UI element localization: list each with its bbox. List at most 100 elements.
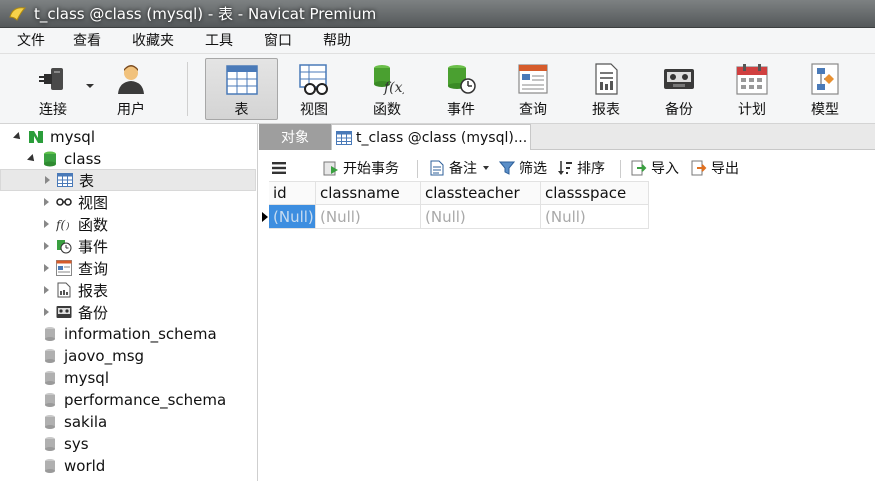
- model-button[interactable]: 模型: [800, 58, 850, 120]
- filter-button[interactable]: 筛选: [499, 154, 547, 182]
- toolbar-separator: [620, 160, 621, 178]
- database-icon-inactive: [42, 414, 58, 430]
- event-button[interactable]: 事件: [436, 58, 486, 120]
- expand-arrow-icon[interactable]: [41, 176, 53, 184]
- tree-database-world[interactable]: world: [0, 455, 256, 477]
- tree-item-queries[interactable]: 查询: [0, 257, 256, 279]
- tree-item-views[interactable]: 视图: [0, 191, 256, 213]
- tree-item-tables[interactable]: 表: [0, 169, 256, 191]
- table-cell-classname[interactable]: (Null): [316, 205, 421, 229]
- table-icon: [57, 172, 73, 188]
- filter-label: 筛选: [519, 161, 547, 177]
- table-toolbar: 开始事务 备注 筛选 排序 导入 导出: [259, 154, 875, 182]
- report-button[interactable]: 报表: [581, 58, 631, 120]
- toolbar-separator: [417, 160, 418, 178]
- tab-objects[interactable]: 对象: [259, 124, 331, 150]
- svg-text:): ): [65, 221, 70, 232]
- user-button[interactable]: 用户: [106, 58, 156, 120]
- export-button[interactable]: 导出: [691, 154, 739, 182]
- title-bar: t_class @class (mysql) - 表 - Navicat Pre…: [0, 0, 875, 28]
- tree-database-sakila[interactable]: sakila: [0, 411, 256, 433]
- tree-item-backups[interactable]: 备份: [0, 301, 256, 323]
- connect-dropdown-arrow[interactable]: [86, 84, 94, 88]
- menu-bar: 文件 查看 收藏夹 工具 窗口 帮助: [0, 28, 875, 54]
- menu-tools[interactable]: 工具: [195, 28, 243, 54]
- view-icon: [296, 61, 332, 97]
- tree-database-jaovo-msg[interactable]: jaovo_msg: [0, 345, 256, 367]
- expand-arrow-icon[interactable]: [40, 242, 52, 250]
- collapse-arrow-icon[interactable]: [12, 132, 24, 142]
- tree-item-reports[interactable]: 报表: [0, 279, 256, 301]
- svg-text:f(x): f(x): [383, 80, 404, 96]
- table-cell-classteacher[interactable]: (Null): [421, 205, 541, 229]
- expand-arrow-icon[interactable]: [40, 264, 52, 272]
- tree-connection-mysql[interactable]: mysql: [0, 126, 256, 148]
- menu-file[interactable]: 文件: [0, 28, 55, 54]
- begin-transaction-button[interactable]: 开始事务: [323, 154, 399, 182]
- tree-item-functions[interactable]: f() 函数: [0, 213, 256, 235]
- expand-arrow-icon[interactable]: [40, 308, 52, 316]
- table-cell-id[interactable]: (Null): [269, 205, 316, 229]
- query-label: 查询: [519, 102, 547, 118]
- query-button[interactable]: 查询: [508, 58, 558, 120]
- expand-arrow-icon[interactable]: [40, 198, 52, 206]
- memo-label: 备注: [449, 161, 477, 177]
- navicat-logo-icon: [9, 6, 27, 21]
- menu-view[interactable]: 查看: [63, 28, 111, 54]
- chevron-down-icon[interactable]: [483, 166, 489, 170]
- view-button[interactable]: 视图: [290, 58, 338, 120]
- function-button[interactable]: f(x) 函数: [362, 58, 412, 120]
- sort-icon: [557, 160, 573, 176]
- table-button[interactable]: 表: [205, 58, 278, 120]
- function-icon: f(): [56, 216, 72, 232]
- sort-label: 排序: [577, 161, 605, 177]
- table-icon: [224, 62, 260, 97]
- tree-database-mysql[interactable]: mysql: [0, 367, 256, 389]
- menu-hamburger-icon[interactable]: [271, 154, 287, 182]
- menu-help[interactable]: 帮助: [313, 28, 361, 54]
- content-panel: 对象 t_class @class (mysql)... 开始事务 备注 筛选 …: [259, 124, 875, 481]
- filter-icon: [499, 160, 515, 176]
- table-cell-classspace[interactable]: (Null): [541, 205, 649, 229]
- mysql-connection-icon: [28, 129, 44, 145]
- user-label: 用户: [117, 102, 145, 118]
- column-header-id[interactable]: id: [269, 181, 316, 205]
- column-header-classname[interactable]: classname: [316, 181, 421, 205]
- calendar-icon: [734, 61, 770, 97]
- menu-favorites[interactable]: 收藏夹: [122, 28, 184, 54]
- model-icon: [807, 61, 843, 97]
- tree-database-class[interactable]: class: [0, 148, 256, 170]
- function-icon: f(x): [369, 61, 405, 97]
- import-label: 导入: [651, 161, 679, 177]
- column-header-classteacher[interactable]: classteacher: [421, 181, 541, 205]
- backup-icon: [56, 304, 72, 320]
- column-header-classspace[interactable]: classspace: [541, 181, 649, 205]
- schedule-button[interactable]: 计划: [727, 58, 777, 120]
- menu-window[interactable]: 窗口: [254, 28, 302, 54]
- tree-database-label: world: [64, 457, 106, 475]
- view-label: 视图: [300, 102, 328, 118]
- connect-button[interactable]: 连接: [30, 58, 76, 120]
- memo-button[interactable]: 备注: [429, 154, 489, 182]
- tree-database-sys[interactable]: sys: [0, 433, 256, 455]
- tree-database-label: performance_schema: [64, 391, 227, 409]
- tree-item-events[interactable]: 事件: [0, 235, 256, 257]
- import-button[interactable]: 导入: [631, 154, 679, 182]
- backup-button[interactable]: 备份: [654, 58, 704, 120]
- user-icon: [113, 61, 149, 97]
- tree-database-performance-schema[interactable]: performance_schema: [0, 389, 256, 411]
- tree-item-label: 事件: [78, 237, 109, 256]
- expand-arrow-icon[interactable]: [40, 286, 52, 294]
- tab-table-t-class[interactable]: t_class @class (mysql)...: [331, 124, 531, 150]
- tree-database-information-schema[interactable]: information_schema: [0, 323, 256, 345]
- event-icon: [443, 61, 479, 97]
- toolbar-separator: [187, 62, 188, 116]
- export-icon: [691, 160, 707, 176]
- event-icon: [56, 238, 72, 254]
- collapse-arrow-icon[interactable]: [26, 154, 38, 164]
- tree-database-label: sakila: [64, 413, 108, 431]
- sort-button[interactable]: 排序: [557, 154, 605, 182]
- backup-label: 备份: [665, 102, 693, 118]
- expand-arrow-icon[interactable]: [40, 220, 52, 228]
- import-icon: [631, 160, 647, 176]
